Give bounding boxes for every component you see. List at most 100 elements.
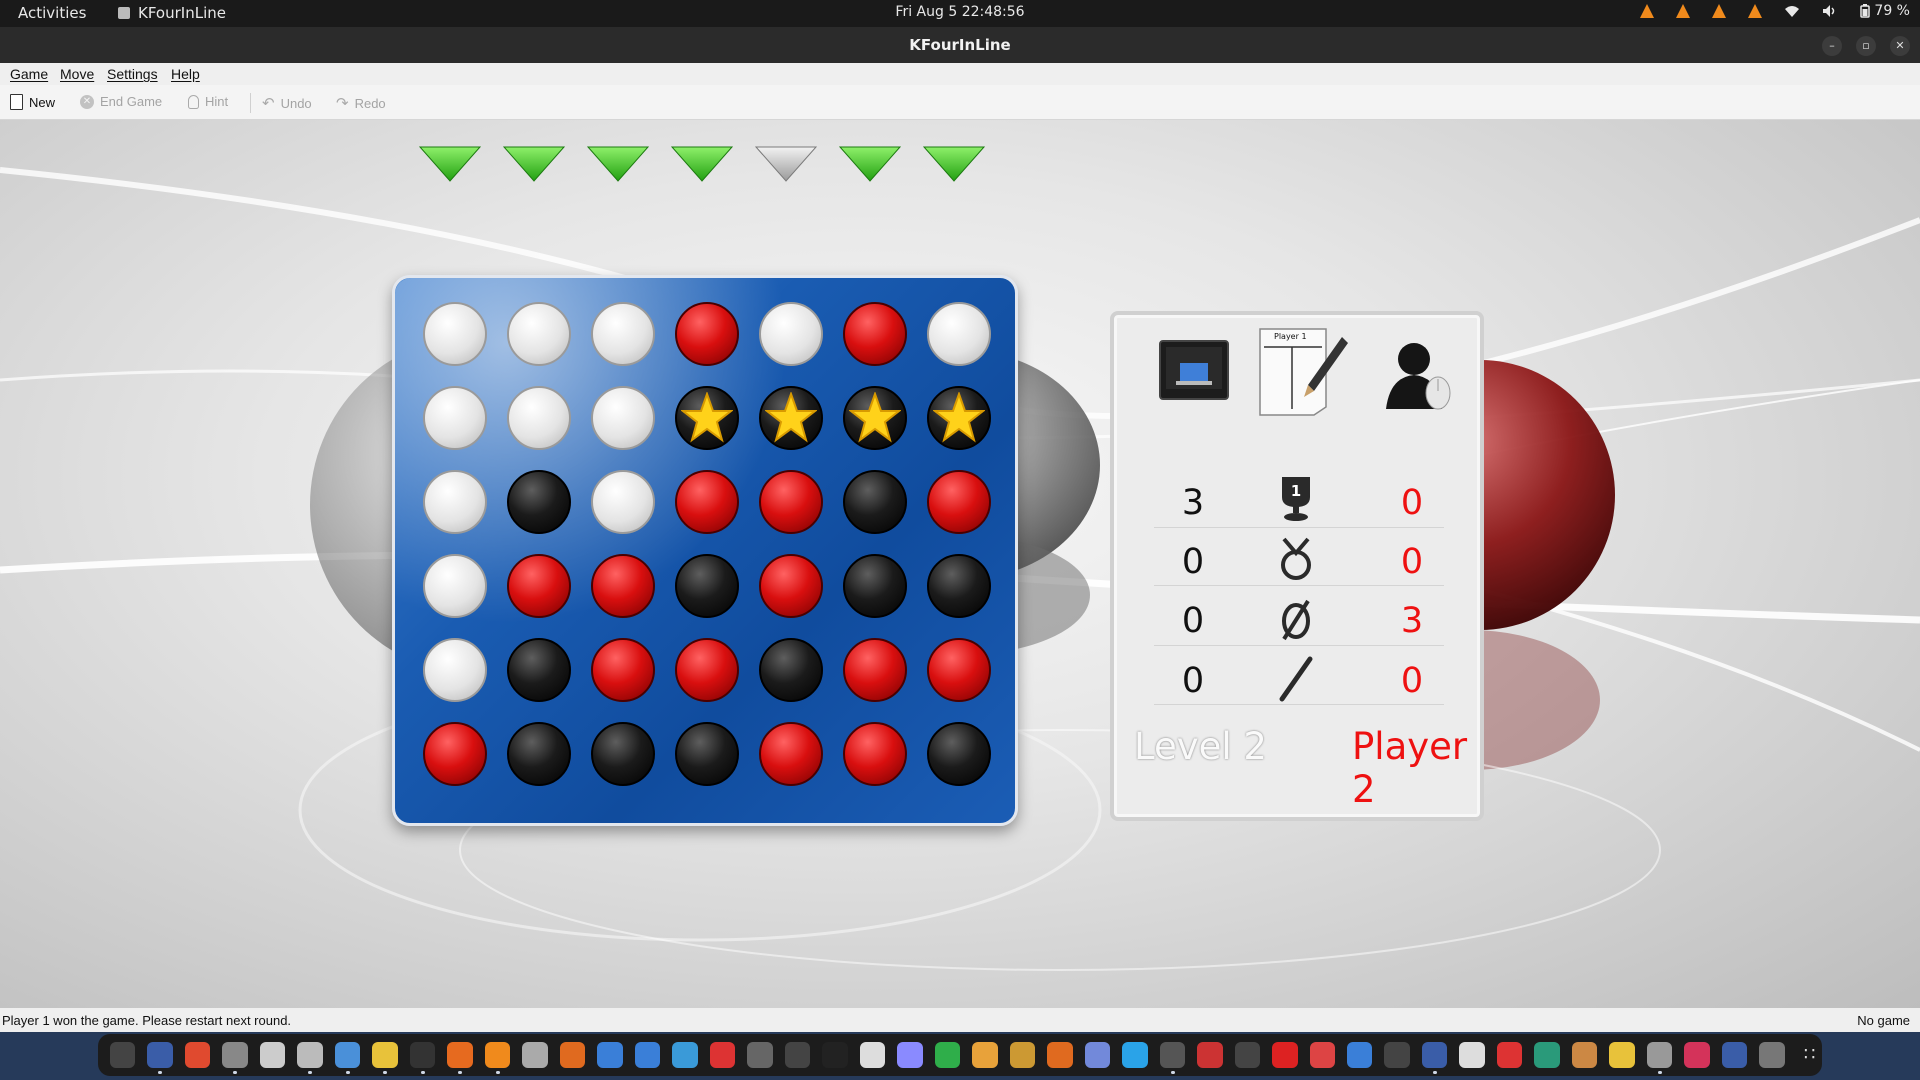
dock-app-icon[interactable] bbox=[1309, 1042, 1335, 1068]
red-piece[interactable] bbox=[759, 470, 823, 534]
empty-slot[interactable] bbox=[759, 302, 823, 366]
winning-black-piece[interactable] bbox=[759, 386, 823, 450]
dock-app-icon[interactable] bbox=[1684, 1042, 1710, 1068]
dock-app-icon[interactable] bbox=[1159, 1042, 1186, 1074]
drop-column-5-arrow[interactable] bbox=[754, 145, 818, 183]
vlc-icon[interactable] bbox=[1676, 4, 1691, 18]
dock-app-icon[interactable] bbox=[1234, 1042, 1261, 1068]
maximize-button[interactable]: ▫ bbox=[1856, 36, 1876, 56]
drop-column-4-arrow[interactable] bbox=[670, 145, 734, 183]
dock-app-icon[interactable] bbox=[334, 1042, 361, 1074]
black-piece[interactable] bbox=[675, 554, 739, 618]
dock-app-icon[interactable] bbox=[634, 1042, 661, 1068]
dock-app-icon[interactable] bbox=[409, 1042, 436, 1074]
empty-slot[interactable] bbox=[591, 386, 655, 450]
black-piece[interactable] bbox=[507, 470, 571, 534]
black-piece[interactable] bbox=[927, 554, 991, 618]
dock-app-icon[interactable] bbox=[1047, 1042, 1073, 1068]
menu-move[interactable]: Move bbox=[60, 66, 94, 82]
menu-help[interactable]: Help bbox=[171, 66, 200, 82]
volume-icon[interactable] bbox=[1822, 4, 1838, 18]
dock-app-icon[interactable] bbox=[1009, 1042, 1036, 1068]
red-piece[interactable] bbox=[591, 554, 655, 618]
red-piece[interactable] bbox=[675, 638, 739, 702]
app-menu-button[interactable]: KFourInLine bbox=[118, 4, 226, 22]
red-piece[interactable] bbox=[675, 470, 739, 534]
battery-indicator[interactable]: 79 % bbox=[1860, 3, 1910, 19]
winning-black-piece[interactable] bbox=[927, 386, 991, 450]
empty-slot[interactable] bbox=[507, 302, 571, 366]
dock-app-icon[interactable] bbox=[297, 1042, 323, 1074]
end-game-button[interactable]: ✕ End Game bbox=[80, 94, 162, 109]
dock-app-icon[interactable] bbox=[897, 1042, 923, 1068]
empty-slot[interactable] bbox=[591, 470, 655, 534]
dock-app-icon[interactable] bbox=[1197, 1042, 1223, 1068]
empty-slot[interactable] bbox=[423, 638, 487, 702]
empty-slot[interactable] bbox=[423, 554, 487, 618]
black-piece[interactable] bbox=[927, 722, 991, 786]
winning-black-piece[interactable] bbox=[843, 386, 907, 450]
black-piece[interactable] bbox=[675, 722, 739, 786]
activities-button[interactable]: Activities bbox=[18, 4, 86, 22]
dock-app-icon[interactable] bbox=[747, 1042, 773, 1068]
red-piece[interactable] bbox=[759, 554, 823, 618]
drop-column-1-arrow[interactable] bbox=[418, 145, 482, 183]
dock-app-icon[interactable] bbox=[222, 1042, 248, 1074]
red-piece[interactable] bbox=[759, 722, 823, 786]
dock-app-icon[interactable] bbox=[522, 1042, 548, 1068]
empty-slot[interactable] bbox=[927, 302, 991, 366]
empty-slot[interactable] bbox=[423, 386, 487, 450]
vlc-icon[interactable] bbox=[1640, 4, 1655, 18]
window-title-bar[interactable]: KFourInLine – ▫ ✕ bbox=[0, 27, 1920, 63]
menu-settings[interactable]: Settings bbox=[107, 66, 158, 82]
dock-app-icon[interactable] bbox=[822, 1042, 848, 1068]
red-piece[interactable] bbox=[843, 722, 907, 786]
minimize-button[interactable]: – bbox=[1822, 36, 1842, 56]
dock-app-icon[interactable] bbox=[859, 1042, 886, 1068]
dock-app-icon[interactable] bbox=[1571, 1042, 1598, 1068]
black-piece[interactable] bbox=[507, 722, 571, 786]
dock-app-icon[interactable] bbox=[1759, 1042, 1785, 1068]
red-piece[interactable] bbox=[591, 638, 655, 702]
red-piece[interactable] bbox=[843, 638, 907, 702]
winning-black-piece[interactable] bbox=[675, 386, 739, 450]
dock-app-icon[interactable] bbox=[1721, 1042, 1748, 1068]
dock-app-icon[interactable] bbox=[110, 1042, 136, 1068]
drop-column-7-arrow[interactable] bbox=[922, 145, 986, 183]
dock-app-icon[interactable] bbox=[147, 1042, 173, 1074]
dock-app-icon[interactable] bbox=[1084, 1042, 1111, 1068]
dock-app-icon[interactable] bbox=[934, 1042, 961, 1068]
black-piece[interactable] bbox=[507, 638, 571, 702]
dock-app-icon[interactable] bbox=[709, 1042, 736, 1068]
dock-app-icon[interactable] bbox=[447, 1042, 473, 1074]
red-piece[interactable] bbox=[843, 302, 907, 366]
dock-app-icon[interactable] bbox=[1384, 1042, 1410, 1068]
hint-button[interactable]: Hint bbox=[188, 94, 228, 109]
undo-button[interactable]: ↶ Undo bbox=[262, 94, 312, 112]
menu-game[interactable]: Game bbox=[10, 66, 48, 82]
dock-app-icon[interactable] bbox=[259, 1042, 286, 1068]
clock[interactable]: Fri Aug 5 22:48:56 bbox=[0, 4, 1920, 20]
redo-button[interactable]: ↷ Redo bbox=[336, 94, 386, 112]
show-apps-grid-icon[interactable]: ∷ bbox=[1797, 1042, 1822, 1068]
dock-app-icon[interactable] bbox=[1421, 1042, 1448, 1074]
black-piece[interactable] bbox=[759, 638, 823, 702]
wifi-icon[interactable] bbox=[1784, 4, 1800, 18]
dock-app-icon[interactable] bbox=[1534, 1042, 1560, 1068]
dock-app-icon[interactable] bbox=[484, 1042, 511, 1074]
dock-app-icon[interactable] bbox=[559, 1042, 586, 1068]
drop-column-3-arrow[interactable] bbox=[586, 145, 650, 183]
drop-column-6-arrow[interactable] bbox=[838, 145, 902, 183]
game-board[interactable] bbox=[392, 275, 1018, 826]
system-tray[interactable]: 79 % bbox=[1640, 3, 1910, 19]
dock-app-icon[interactable] bbox=[1496, 1042, 1523, 1068]
dock-app-icon[interactable] bbox=[184, 1042, 211, 1068]
black-piece[interactable] bbox=[843, 470, 907, 534]
empty-slot[interactable] bbox=[423, 470, 487, 534]
new-game-button[interactable]: New bbox=[10, 94, 55, 110]
dock-app-icon[interactable] bbox=[1346, 1042, 1373, 1068]
red-piece[interactable] bbox=[507, 554, 571, 618]
dock-app-icon[interactable] bbox=[1646, 1042, 1673, 1074]
empty-slot[interactable] bbox=[507, 386, 571, 450]
dock-app-icon[interactable] bbox=[597, 1042, 623, 1068]
